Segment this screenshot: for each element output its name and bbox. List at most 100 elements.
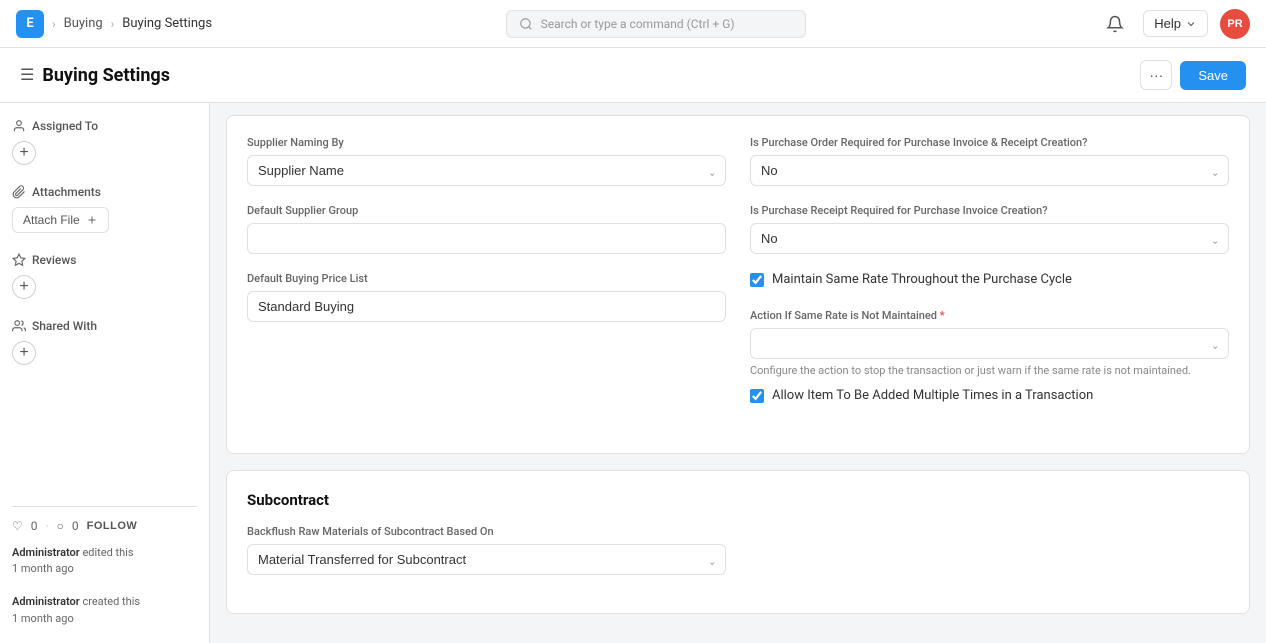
pr-required-col: Is Purchase Receipt Required for Purchas… <box>750 204 1229 254</box>
notification-button[interactable] <box>1099 8 1131 40</box>
add-review-button[interactable]: + <box>12 275 36 299</box>
shared-with-title: Shared With <box>12 319 197 333</box>
breadcrumb-sep-1: › <box>52 17 56 31</box>
breadcrumb-buying[interactable]: Buying <box>64 16 103 31</box>
activity-time-1: 1 month ago <box>12 562 74 575</box>
search-icon <box>519 17 533 31</box>
maintain-rate-col: Maintain Same Rate Throughout the Purcha… <box>750 272 1229 415</box>
attach-file-button[interactable]: Attach File <box>12 207 109 233</box>
activity-user-1: Administrator <box>12 546 80 559</box>
reviews-section: Reviews + <box>12 253 197 299</box>
form-row-1: Supplier Naming By Supplier Name Naming … <box>247 136 1229 186</box>
sidebar-toggle-button[interactable]: ☰ <box>20 65 34 85</box>
supplier-naming-select[interactable]: Supplier Name Naming Series <box>247 155 726 186</box>
comment-icon: ○ <box>57 519 64 533</box>
user-avatar[interactable]: PR <box>1220 9 1250 39</box>
backflush-right-col <box>750 525 1229 575</box>
activity-log: Administrator edited this 1 month ago Ad… <box>12 545 197 628</box>
backflush-select[interactable]: Material Transferred for Subcontract BOM <box>247 544 726 575</box>
attachments-label: Attachments <box>32 185 101 199</box>
general-settings-card: Supplier Naming By Supplier Name Naming … <box>226 115 1250 454</box>
sidebar-footer: ♡ 0 · ○ 0 FOLLOW Administrator edited th… <box>12 506 197 628</box>
activity-action-1: edited this <box>82 546 133 559</box>
buying-price-label: Default Buying Price List <box>247 272 726 285</box>
pr-required-wrapper: No Yes <box>750 223 1229 254</box>
plus-icon <box>86 214 98 226</box>
po-required-select[interactable]: No Yes <box>750 155 1229 186</box>
form-row-3: Default Buying Price List Maintain Same … <box>247 272 1229 415</box>
help-button[interactable]: Help <box>1143 10 1208 37</box>
reviews-label: Reviews <box>32 253 76 267</box>
page-header: ☰ Buying Settings ··· Save <box>0 48 1266 103</box>
pr-required-label: Is Purchase Receipt Required for Purchas… <box>750 204 1229 217</box>
main-content: Supplier Naming By Supplier Name Naming … <box>210 103 1266 643</box>
maintain-rate-row: Maintain Same Rate Throughout the Purcha… <box>750 272 1229 287</box>
subcontract-card: Subcontract Backflush Raw Materials of S… <box>226 470 1250 614</box>
save-button[interactable]: Save <box>1180 61 1246 90</box>
required-star: * <box>940 309 945 322</box>
attach-file-label: Attach File <box>23 213 80 227</box>
reviews-title: Reviews <box>12 253 197 267</box>
breadcrumb-sep-2: › <box>111 17 115 31</box>
maintain-rate-checkbox[interactable] <box>750 273 764 287</box>
action-same-rate-wrapper <box>750 328 1229 359</box>
star-icon <box>12 253 26 267</box>
app-icon: E <box>16 10 44 38</box>
page-header-left: ☰ Buying Settings <box>20 65 170 86</box>
action-same-rate-description: Configure the action to stop the transac… <box>750 363 1229 378</box>
search-bar[interactable]: Search or type a command (Ctrl + G) <box>506 10 806 38</box>
supplier-naming-wrapper: Supplier Name Naming Series <box>247 155 726 186</box>
pr-required-select[interactable]: No Yes <box>750 223 1229 254</box>
shared-with-label: Shared With <box>32 319 97 333</box>
paperclip-icon <box>12 185 26 199</box>
backflush-row: Backflush Raw Materials of Subcontract B… <box>247 525 1229 575</box>
topnav-right: Help PR <box>1099 8 1250 40</box>
action-same-rate-label: Action If Same Rate is Not Maintained * <box>750 309 1229 322</box>
backflush-wrapper: Material Transferred for Subcontract BOM <box>247 544 726 575</box>
action-same-rate-select[interactable] <box>750 328 1229 359</box>
allow-multiple-label: Allow Item To Be Added Multiple Times in… <box>772 388 1093 403</box>
action-same-rate-section: Action If Same Rate is Not Maintained * … <box>750 309 1229 378</box>
search-placeholder: Search or type a command (Ctrl + G) <box>541 17 735 31</box>
help-label: Help <box>1154 16 1181 31</box>
activity-action-2: created this <box>82 595 140 608</box>
assigned-to-title: Assigned To <box>12 119 197 133</box>
activity-time-2: 1 month ago <box>12 612 74 625</box>
supplier-naming-label: Supplier Naming By <box>247 136 726 149</box>
activity-user-2: Administrator <box>12 595 80 608</box>
buying-price-col: Default Buying Price List <box>247 272 726 415</box>
bell-icon <box>1106 15 1124 33</box>
breadcrumb-area: E › Buying › Buying Settings <box>16 10 212 38</box>
add-assignee-button[interactable]: + <box>12 141 36 165</box>
attachments-section: Attachments Attach File <box>12 185 197 233</box>
allow-multiple-row: Allow Item To Be Added Multiple Times in… <box>750 388 1229 403</box>
maintain-rate-label: Maintain Same Rate Throughout the Purcha… <box>772 272 1072 287</box>
po-required-label: Is Purchase Order Required for Purchase … <box>750 136 1229 149</box>
activity-item-1: Administrator edited this 1 month ago <box>12 545 197 578</box>
allow-multiple-checkbox[interactable] <box>750 389 764 403</box>
shared-with-section: Shared With + <box>12 319 197 365</box>
sidebar: Assigned To + Attachments Attach File <box>0 103 210 643</box>
supplier-group-col: Default Supplier Group <box>247 204 726 254</box>
follow-button[interactable]: FOLLOW <box>87 520 138 532</box>
like-count: 0 <box>31 519 38 533</box>
user-icon <box>12 119 26 133</box>
page: ☰ Buying Settings ··· Save Assigned To + <box>0 48 1266 643</box>
attachments-title: Attachments <box>12 185 197 199</box>
top-navigation: E › Buying › Buying Settings Search or t… <box>0 0 1266 48</box>
chevron-down-icon <box>1185 18 1197 30</box>
users-icon <box>12 319 26 333</box>
form-row-2: Default Supplier Group Is Purchase Recei… <box>247 204 1229 254</box>
backflush-label: Backflush Raw Materials of Subcontract B… <box>247 525 726 538</box>
content-area: Assigned To + Attachments Attach File <box>0 103 1266 643</box>
dot-separator: · <box>46 519 49 533</box>
buying-price-input[interactable] <box>247 291 726 322</box>
po-required-wrapper: No Yes <box>750 155 1229 186</box>
more-options-button[interactable]: ··· <box>1140 60 1172 90</box>
supplier-group-input[interactable] <box>247 223 726 254</box>
comment-count: 0 <box>72 519 79 533</box>
add-share-button[interactable]: + <box>12 341 36 365</box>
supplier-group-label: Default Supplier Group <box>247 204 726 217</box>
breadcrumb-current: Buying Settings <box>122 16 212 31</box>
reactions-row: ♡ 0 · ○ 0 FOLLOW <box>12 519 197 533</box>
